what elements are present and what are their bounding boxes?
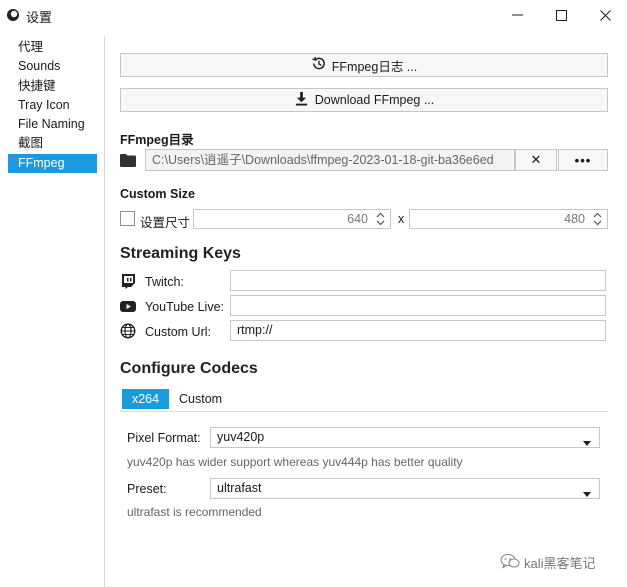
download-icon: [294, 91, 309, 109]
browse-path-button[interactable]: •••: [558, 149, 608, 171]
height-value: 480: [564, 212, 585, 226]
spin-arrows-icon[interactable]: [593, 212, 602, 226]
ffmpeg-settings-panel: FFmpeg日志 ... Download FFmpeg ... FFmpeg目…: [120, 0, 610, 587]
height-spinbox[interactable]: 480: [409, 209, 608, 229]
folder-icon: [120, 153, 136, 167]
chevron-down-icon: [583, 434, 591, 446]
twitch-key-input[interactable]: [230, 270, 606, 291]
size-separator: x: [398, 212, 405, 226]
pixel-format-value: yuv420p: [217, 430, 265, 444]
globe-icon: [120, 323, 136, 339]
preset-label: Preset:: [127, 482, 167, 496]
download-ffmpeg-label: Download FFmpeg ...: [314, 93, 435, 107]
custom-size-checkbox[interactable]: [120, 211, 135, 226]
preset-select[interactable]: ultrafast: [210, 478, 600, 499]
twitch-icon: [120, 273, 136, 289]
youtube-icon: [120, 298, 136, 314]
preset-hint: ultrafast is recommended: [127, 505, 262, 519]
pixel-format-hint: yuv420p has wider support whereas yuv444…: [127, 455, 463, 469]
ffmpeg-dir-heading: FFmpeg目录: [120, 133, 194, 147]
sidebar-item-sounds[interactable]: Sounds: [8, 57, 97, 76]
custom-size-heading: Custom Size: [120, 187, 196, 201]
tab-custom[interactable]: Custom: [179, 389, 222, 409]
custom-url-label: Custom Url:: [145, 325, 211, 339]
settings-sidebar: 代理 Sounds 快捷键 Tray Icon File Naming 截图 F…: [0, 36, 105, 587]
width-value: 640: [347, 212, 368, 226]
download-ffmpeg-button[interactable]: Download FFmpeg ...: [120, 88, 608, 112]
youtube-key-input[interactable]: [230, 295, 606, 316]
history-icon: [311, 56, 326, 74]
tab-divider: [120, 411, 608, 412]
youtube-label: YouTube Live:: [145, 300, 224, 314]
twitch-label: Twitch:: [145, 275, 184, 289]
wechat-icon: [500, 553, 520, 572]
pixel-format-select[interactable]: yuv420p: [210, 427, 600, 448]
more-icon: •••: [574, 152, 592, 168]
ffmpeg-log-label: FFmpeg日志 ...: [331, 59, 418, 74]
ffmpeg-log-button[interactable]: FFmpeg日志 ...: [120, 53, 608, 77]
sidebar-item-ffmpeg[interactable]: FFmpeg: [8, 154, 97, 173]
custom-url-input[interactable]: rtmp://: [230, 320, 606, 341]
tab-x264[interactable]: x264: [122, 389, 169, 409]
pixel-format-label: Pixel Format:: [127, 431, 201, 445]
custom-size-checkbox-label: 设置尺寸: [140, 216, 191, 230]
watermark-text: kali黑客笔记: [524, 556, 596, 571]
ffmpeg-path-input[interactable]: C:\Users\逍遥子\Downloads\ffmpeg-2023-01-18…: [145, 149, 515, 171]
chevron-down-icon: [583, 485, 591, 497]
sidebar-item-hotkeys[interactable]: 快捷键: [8, 77, 97, 96]
configure-codecs-heading: Configure Codecs: [120, 360, 258, 377]
preset-value: ultrafast: [217, 481, 262, 495]
sidebar-item-tray-icon[interactable]: Tray Icon: [8, 96, 97, 115]
clear-path-button[interactable]: ✕: [515, 149, 557, 171]
sidebar-item-file-naming[interactable]: File Naming: [8, 115, 97, 134]
sidebar-item-proxy[interactable]: 代理: [8, 38, 97, 57]
clear-icon: ✕: [530, 152, 542, 167]
sidebar-item-screenshot[interactable]: 截图: [8, 134, 97, 153]
width-spinbox[interactable]: 640: [193, 209, 391, 229]
streaming-keys-heading: Streaming Keys: [120, 245, 241, 262]
watermark: kali黑客笔记: [500, 553, 596, 572]
spin-arrows-icon[interactable]: [376, 212, 385, 226]
app-ring-icon: [6, 8, 20, 22]
window-title: 设置: [26, 10, 53, 25]
